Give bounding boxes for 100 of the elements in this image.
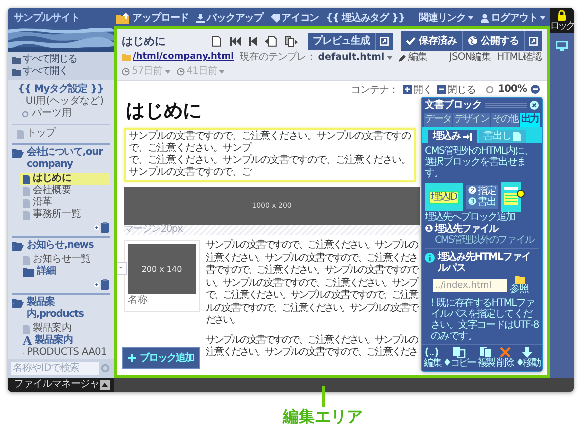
tree-item[interactable]: 詳細 [20, 266, 110, 278]
add-clipboard-icon [94, 222, 110, 233]
body-text: い。サンプルの文書ですので、ご注意ください。サンプ [206, 278, 418, 290]
block-action-button[interactable]: 編集 [424, 347, 441, 369]
file-manager-title: ファイルマネージャ [14, 378, 100, 392]
open-folder-icon [12, 242, 24, 251]
image-size-label: 200 x 140 [142, 264, 182, 274]
new-page-icon[interactable] [212, 36, 222, 46]
tree-item[interactable]: 事務所一覧 [20, 209, 110, 221]
tree-toggle-link[interactable]: すべて閉じる [12, 54, 77, 66]
folder-icon [514, 276, 524, 284]
step-back-icon[interactable] [249, 36, 257, 46]
zoom-out-icon[interactable] [531, 85, 540, 94]
down-arrow-icon [522, 347, 534, 358]
template-select[interactable]: 現在のテンプレ： default.html [240, 51, 393, 64]
delete-icon [500, 347, 511, 358]
block-action-button[interactable]: 複製 [478, 347, 495, 369]
panel-tab[interactable]: 出力 [520, 113, 540, 127]
tree-folder[interactable]: 会社について,our company [12, 147, 110, 171]
enter-icon [462, 132, 472, 140]
expand-button[interactable] [525, 31, 542, 51]
copy-page-icon[interactable] [285, 36, 298, 46]
duplicate-icon [480, 347, 493, 358]
caret-icon [468, 16, 474, 20]
tree-item[interactable]: A 製品案内 [20, 335, 110, 347]
sub-tab[interactable]: 埋込み [428, 130, 477, 143]
panel-tab[interactable]: データ [424, 113, 452, 127]
body-text: ルの文書ですので、ご注意ください。サンプルの文書で [206, 302, 418, 315]
tree-item[interactable]: お知らせ一覧 [20, 254, 110, 266]
panel-description: CMS管理外のHTML内に、選択ブロックを書出せます。 [425, 146, 535, 179]
preview-button[interactable]: プレビュ生成 [308, 32, 376, 50]
block-action-button[interactable]: ♦移動 [516, 347, 540, 369]
menu-link[interactable]: 関連リンク [418, 11, 474, 25]
body-text: で、ご注意ください。サンプルの文書ですので、ご注意ください。サンプルの文書ですので、ご [129, 155, 411, 179]
open-preview-button[interactable] [376, 32, 393, 50]
pencil-icon [398, 54, 407, 62]
diagram-label: ❶ 埋込先ファイル [425, 224, 500, 235]
block-action-button[interactable]: 削除 [496, 347, 514, 369]
lock-button[interactable]: ロック [550, 8, 574, 33]
copy-icon [452, 347, 466, 358]
tree-item[interactable]: PRODUCTS AA01 [20, 347, 110, 359]
minus-icon [436, 85, 446, 94]
tree-folder[interactable]: お知らせ,news [12, 240, 110, 252]
add-page-button[interactable] [94, 279, 110, 290]
body-text: で、ご注意ください。サンプルの文書ですので、ご注意 [206, 290, 418, 302]
menu-link[interactable]: アップロード [114, 11, 190, 25]
body-text: サンプルの文書ですので、ご注意ください。サンプルの [206, 334, 418, 346]
block-action-button[interactable]: ♦コピー [443, 347, 476, 369]
page-title: はじめに [122, 34, 166, 48]
menu-link[interactable]: バックアップ [196, 11, 264, 25]
publish-button[interactable]: 公開する [463, 31, 525, 51]
panel-tab[interactable]: デザイン [453, 113, 490, 127]
json-edit-link[interactable]: JSON編集 [450, 51, 492, 64]
checkmark-icon [406, 37, 416, 45]
file-path-field[interactable]: ../index.html [433, 279, 507, 292]
brackets-icon [425, 347, 440, 358]
menu-link[interactable]: ログアウト [480, 11, 546, 25]
monitor-icon[interactable] [556, 41, 568, 51]
close-icon[interactable] [530, 101, 539, 110]
image-caption: 名称 [128, 294, 149, 308]
tree-item[interactable]: 会社概要 [20, 185, 110, 197]
open-button[interactable]: 開く [402, 82, 433, 96]
tree-item[interactable]: はじめに [20, 173, 110, 185]
info-icon [425, 253, 435, 263]
padlock-icon [557, 10, 567, 21]
open-folder-icon [12, 299, 24, 308]
tree-item[interactable]: トップ [14, 128, 110, 140]
selected-text-block[interactable]: サンプルの文書ですので、ご注意ください。サンプルの文書ですので、ご注意ください。サンプ で、ご注意ください。サンプルの文書ですので、ご注意ください。サンプルの文書ですので、ご [124, 128, 416, 182]
add-page-button[interactable] [94, 222, 110, 233]
edit-link[interactable]: 編集 [398, 51, 428, 64]
expand-up-button[interactable] [100, 380, 110, 390]
external-icon [380, 36, 389, 46]
menu-link[interactable]: {{ 埋込みタグ }} [326, 11, 405, 25]
zoom-level: 100% [498, 84, 527, 95]
plus-icon [402, 85, 412, 94]
mytag-item[interactable]: パーツ用 [18, 108, 104, 120]
body-text: サンプルの文書ですので、ご注意ください。サンプルの [206, 240, 418, 252]
browse-button[interactable]: 参照 [510, 276, 529, 295]
tree-item[interactable]: 製品案内 [20, 323, 110, 335]
tree-item[interactable]: 沿革 [20, 197, 110, 209]
save-button[interactable]: 保存済み [401, 31, 463, 51]
skip-back-icon[interactable] [230, 36, 241, 46]
html-check-link[interactable]: HTML確認 [497, 51, 542, 64]
letter-icon: A [23, 335, 32, 347]
file-path-link[interactable]: /html/company.html [122, 51, 234, 64]
body-text: 注意ください。サンプルの文書ですので、ご注意くださ [206, 347, 418, 360]
tree-toggle-link[interactable]: すべて開く [12, 66, 68, 78]
panel-tab[interactable]: その他 [491, 113, 520, 127]
page-heading: はじめに [126, 100, 202, 122]
search-field[interactable]: 名称やIDで検索 [11, 362, 99, 375]
leader-line [322, 386, 325, 407]
collapse-button[interactable]: - [117, 262, 127, 275]
menu-link[interactable]: アイコン [270, 11, 320, 25]
mytag-item[interactable]: UI用(ヘッダなど) [18, 96, 104, 108]
mytag-title[interactable]: {{ Myタグ設定 }} [18, 84, 104, 96]
close-button[interactable]: 閉じる [436, 82, 476, 96]
add-block-button[interactable]: ブロック追加 [122, 347, 200, 369]
page-forward-icon[interactable] [265, 36, 277, 46]
annotation-label: 編集エリア [283, 407, 363, 427]
tree-folder[interactable]: 製品案内,products [12, 297, 110, 321]
